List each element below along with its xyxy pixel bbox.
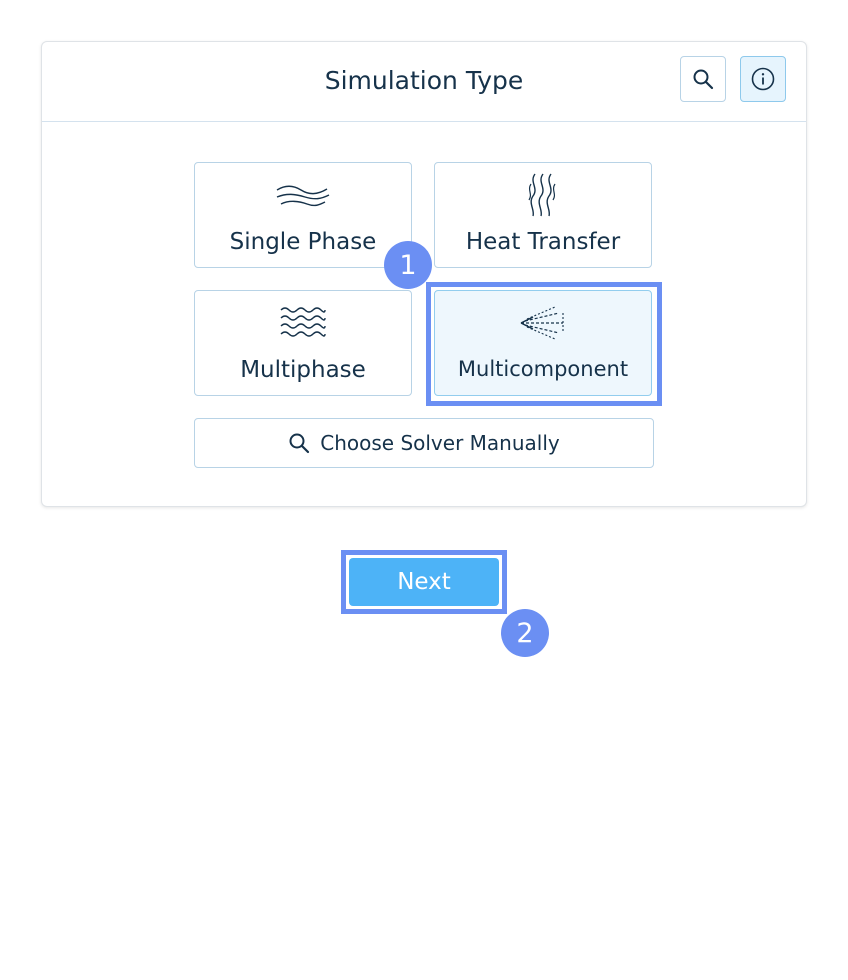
water-waves-icon [195,301,411,345]
choose-solver-manually-button[interactable]: Choose Solver Manually [194,418,654,468]
step-badge-1: 1 [384,241,432,289]
heat-flame-icon [435,173,651,217]
spray-icon [435,301,651,345]
tile-label: Heat Transfer [465,229,621,255]
wave-lines-icon [195,173,411,217]
search-button[interactable] [680,56,726,102]
next-button-label: Next [397,569,451,595]
panel-header: Simulation Type [42,42,806,122]
tile-label: Multiphase [240,357,366,383]
manual-button-label: Choose Solver Manually [320,431,560,455]
tile-multiphase[interactable]: Multiphase [194,290,412,396]
tile-multicomponent[interactable]: Multicomponent [434,290,652,396]
search-icon [693,69,714,90]
info-button[interactable] [740,56,786,102]
step-badge-2: 2 [501,609,549,657]
tile-single-phase[interactable]: Single Phase [194,162,412,268]
tile-label: Single Phase [229,229,377,255]
next-button[interactable]: Next [349,558,499,606]
info-icon [751,67,775,91]
tile-heat-transfer[interactable]: Heat Transfer [434,162,652,268]
search-icon [289,433,310,454]
tile-label: Multicomponent [457,357,629,381]
